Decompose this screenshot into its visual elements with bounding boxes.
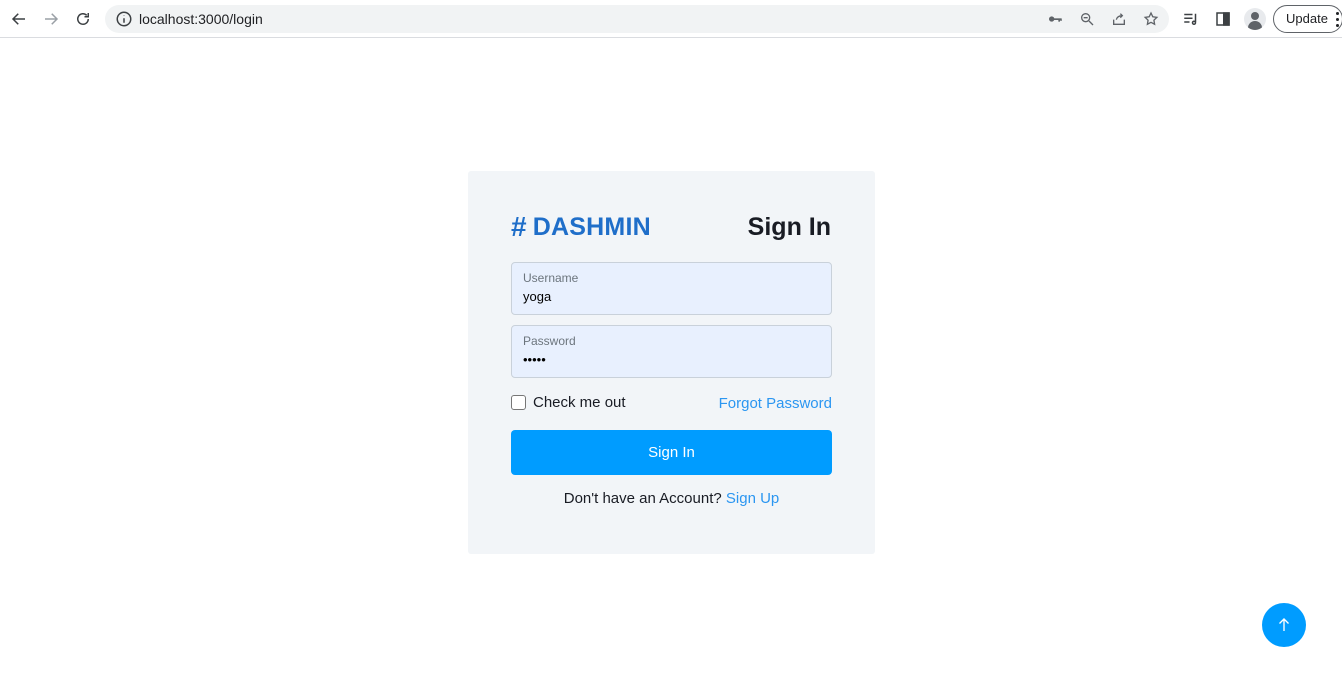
key-icon[interactable] [1045,9,1065,29]
update-button[interactable]: Update [1273,5,1342,33]
media-icon[interactable] [1180,8,1202,30]
remember-row: Check me out Forgot Password [511,394,832,414]
more-icon[interactable] [1336,12,1340,28]
side-panel-icon[interactable] [1212,8,1234,30]
star-icon[interactable] [1141,9,1161,29]
url-text[interactable]: localhost:3000/login [139,11,263,27]
reload-icon[interactable] [72,8,94,30]
password-input[interactable]: ••••• [523,352,813,367]
page-title: Sign In [747,213,831,241]
password-label: Password [523,334,576,348]
password-field[interactable]: Password ••••• [511,325,832,378]
back-to-top-button[interactable] [1262,603,1306,647]
remember-label[interactable]: Check me out [533,394,626,411]
share-icon[interactable] [1109,9,1129,29]
profile-icon[interactable] [1244,8,1266,30]
address-bar[interactable]: localhost:3000/login [105,5,1169,33]
signup-prompt: Don't have an Account? Sign Up [511,490,832,507]
brand-name: DASHMIN [532,212,651,241]
back-arrow-icon[interactable] [8,8,30,30]
username-input[interactable] [523,289,813,304]
info-icon[interactable] [115,10,133,28]
remember-checkbox[interactable] [511,395,526,410]
hash-icon: # [511,211,527,242]
brand-logo[interactable]: # DASHMIN [511,211,651,243]
sign-in-button[interactable]: Sign In [511,430,832,475]
zoom-out-icon[interactable] [1077,9,1097,29]
username-label: Username [523,271,579,285]
arrow-up-icon [1279,618,1289,631]
forgot-password-link[interactable]: Forgot Password [719,395,832,412]
login-card: # DASHMIN Sign In Username Password ••••… [468,171,875,554]
forward-arrow-icon[interactable] [40,8,62,30]
signup-prompt-text: Don't have an Account? [563,490,726,507]
browser-toolbar: localhost:3000/login Update [0,0,1342,38]
sign-up-link[interactable]: Sign Up [726,490,779,507]
username-field[interactable]: Username [511,262,832,315]
